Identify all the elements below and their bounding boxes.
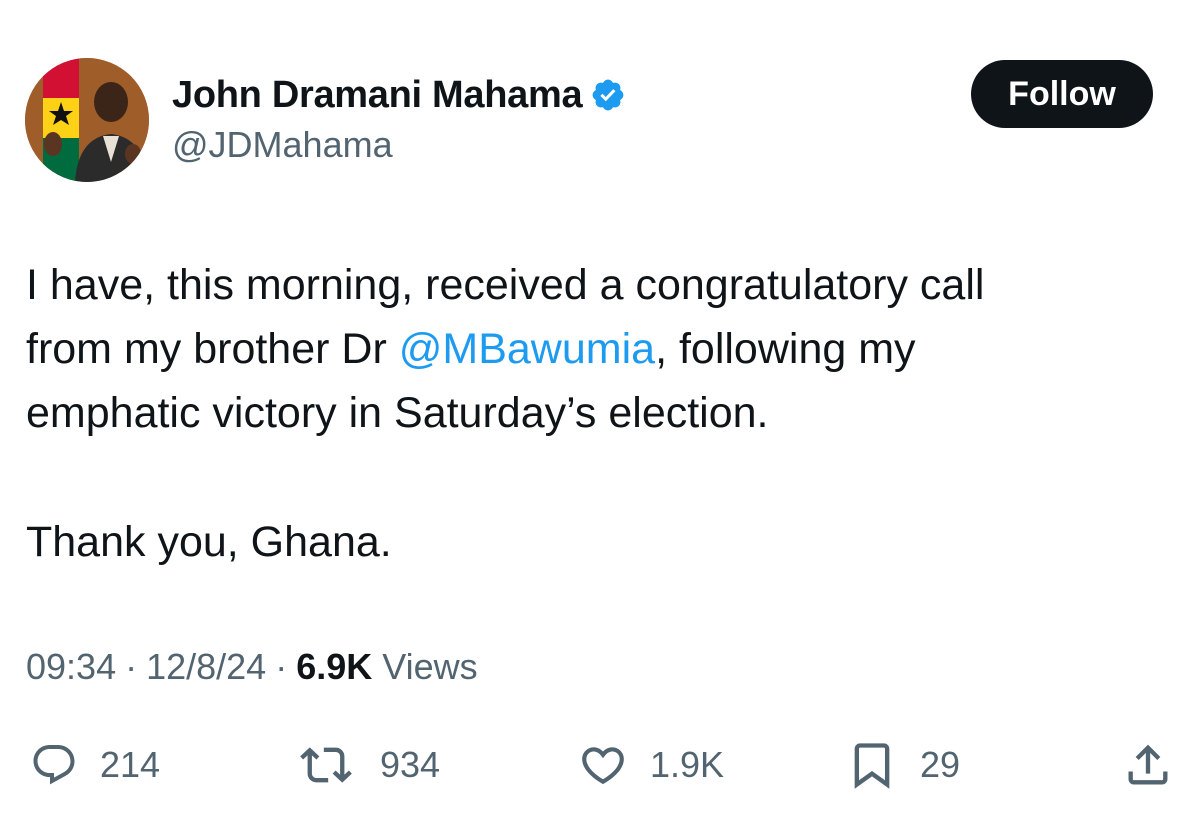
share-icon <box>1128 744 1168 785</box>
like-button[interactable]: 1.9K <box>578 735 724 795</box>
tweet-time[interactable]: 09:34 <box>26 646 116 688</box>
heart-icon <box>582 747 624 785</box>
views-label: Views <box>382 646 478 687</box>
bookmark-icon <box>854 743 890 789</box>
author-avatar[interactable] <box>25 58 149 182</box>
follow-button[interactable]: Follow <box>971 60 1153 128</box>
tweet-text: I have, this morning, received a congrat… <box>26 253 1176 574</box>
reply-count: 214 <box>100 744 161 785</box>
reply-button[interactable]: 214 <box>30 735 160 795</box>
share-button[interactable] <box>1122 735 1174 795</box>
tweet-text-segment: I have, this morning, received a congrat… <box>26 261 985 309</box>
repost-count: 934 <box>380 744 441 785</box>
verified-badge-icon[interactable] <box>590 77 626 113</box>
meta-separator: · <box>275 646 288 687</box>
action-bar: 214 934 1.9K 29 <box>0 735 1200 795</box>
reply-icon <box>33 745 75 785</box>
like-count: 1.9K <box>650 744 725 785</box>
tweet-line: emphatic victory in Saturday’s election. <box>26 381 1176 445</box>
tweet-text-segment: Thank you, Ghana. <box>26 518 392 566</box>
repost-icon <box>300 747 352 783</box>
tweet-text-segment: emphatic victory in Saturday’s election. <box>26 389 769 437</box>
repost-button[interactable]: 934 <box>300 735 440 795</box>
meta-separator: · <box>125 646 138 687</box>
author-handle[interactable]: @JDMahama <box>172 124 393 166</box>
tweet-line: Thank you, Ghana. <box>26 510 1176 574</box>
bookmark-count: 29 <box>920 744 961 785</box>
tweet-text-segment: , following my <box>655 325 916 373</box>
bookmark-button[interactable]: 29 <box>846 735 960 795</box>
tweet-date[interactable]: 12/8/24 <box>146 646 266 688</box>
mention-link[interactable]: @MBawumia <box>399 325 655 373</box>
tweet-line: I have, this morning, received a congrat… <box>26 253 1176 317</box>
tweet-text-segment: from my brother Dr <box>26 325 399 373</box>
author-name-row: John Dramani Mahama <box>172 72 626 118</box>
avatar-image <box>25 58 149 182</box>
author-display-name[interactable]: John Dramani Mahama <box>172 74 583 117</box>
tweet-line: from my brother Dr @MBawumia, following … <box>26 317 1176 381</box>
views-count: 6.9K <box>296 646 373 687</box>
tweet-meta: 09:34 · 12/8/24 · 6.9K Views <box>26 646 478 688</box>
